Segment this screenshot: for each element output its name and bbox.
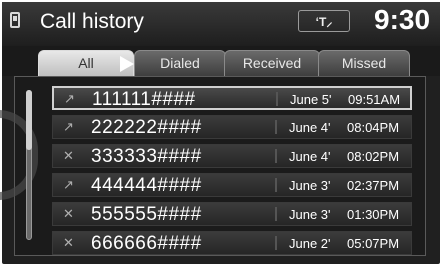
phone-number: 666666####: [91, 233, 202, 254]
call-row[interactable]: ✕ 555555#### June 3' 01:30PM: [52, 202, 412, 226]
call-row[interactable]: ✕ 666666#### June 2' 05:07PM: [52, 231, 412, 255]
tab-all-label: All: [78, 55, 94, 71]
call-row[interactable]: ↗ 111111#### June 5' 09:51AM: [52, 86, 412, 110]
page-title: Call history: [40, 10, 144, 33]
call-time: 08:02PM: [347, 149, 400, 164]
divider: [275, 149, 277, 163]
call-date: June 5': [290, 92, 332, 107]
call-time: 02:37PM: [347, 178, 400, 193]
phone-number: 444444####: [91, 175, 202, 196]
missed-call-icon: ✕: [63, 235, 74, 250]
clock: 9:30: [374, 4, 431, 35]
phone-number: 333333####: [91, 146, 202, 167]
divider: [275, 207, 277, 221]
call-date: June 3': [289, 178, 331, 193]
phone-number: 555555####: [91, 204, 202, 225]
divider: [276, 92, 278, 106]
divider: [275, 120, 277, 134]
active-tab-arrow-icon: [120, 56, 134, 72]
phone-number: 222222####: [91, 117, 202, 138]
outgoing-call-icon: ↗: [63, 177, 74, 192]
call-row[interactable]: ✕ 333333#### June 4' 08:02PM: [52, 144, 412, 168]
missed-call-icon: ✕: [63, 148, 74, 163]
divider: [275, 178, 277, 192]
scrollbar-thumb[interactable]: [26, 90, 32, 150]
phone-number: 111111####: [92, 89, 196, 110]
phone-icon: [10, 12, 20, 28]
tab-received-label: Received: [242, 55, 302, 71]
call-row[interactable]: ↗ 222222#### June 4' 08:04PM: [52, 115, 412, 139]
outgoing-call-icon: ↗: [63, 119, 74, 134]
call-date: June 4': [289, 149, 331, 164]
call-row[interactable]: ↗ 444444#### June 3' 02:37PM: [52, 173, 412, 197]
tab-missed[interactable]: Missed: [318, 50, 410, 76]
call-date: June 4': [289, 120, 331, 135]
tab-received[interactable]: Received: [224, 50, 320, 76]
call-time: 08:04PM: [347, 120, 400, 135]
call-time: 09:51AM: [348, 92, 401, 107]
divider: [275, 236, 277, 250]
call-time: 01:30PM: [347, 207, 400, 222]
bluetooth-signal-icon: ʻT⸝: [298, 10, 350, 32]
outgoing-call-icon: ↗: [64, 91, 75, 106]
call-time: 05:07PM: [347, 236, 400, 251]
tab-dialed[interactable]: Dialed: [134, 50, 226, 76]
call-date: June 3': [289, 207, 331, 222]
missed-call-icon: ✕: [63, 206, 74, 221]
tab-dialed-label: Dialed: [160, 55, 200, 71]
tab-missed-label: Missed: [341, 55, 387, 71]
call-date: June 2': [289, 236, 331, 251]
screen: Call history ʻT⸝ 9:30 All Dialed Receive…: [0, 0, 442, 266]
